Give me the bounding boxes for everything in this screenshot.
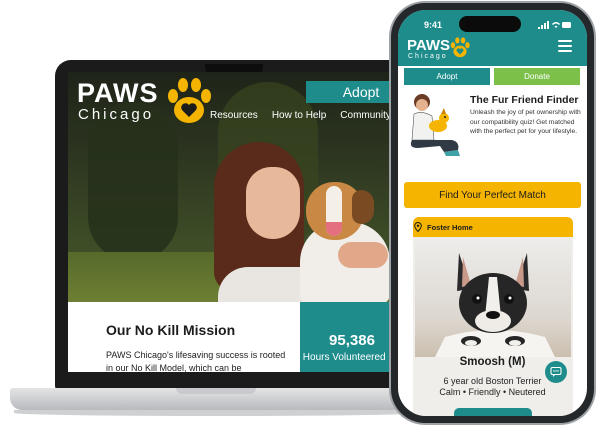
- hero-foliage: [88, 102, 178, 262]
- woman-face: [246, 167, 300, 239]
- paw-heart-logo-icon[interactable]: [164, 76, 214, 124]
- phone-action-buttons: Adopt Donate: [404, 68, 580, 85]
- stat-number: 95,386: [329, 332, 375, 349]
- pet-photo[interactable]: [415, 237, 571, 357]
- signal-icon: [538, 21, 549, 29]
- person-with-dog-illustration: [410, 94, 460, 156]
- mission-title: Our No Kill Mission: [106, 322, 236, 338]
- status-time: 9:41: [424, 20, 443, 30]
- battery-icon: [562, 22, 571, 28]
- foster-home-label: Foster Home: [427, 222, 473, 232]
- stat-label: Hours Volunteered in 2022: [302, 352, 404, 363]
- volunteer-stat: 95,386 Hours Volunteered in 2022: [300, 302, 404, 372]
- pet-card-action-button[interactable]: [454, 408, 532, 416]
- laptop-base: [10, 388, 422, 410]
- nav-item-resources[interactable]: Resources: [210, 110, 258, 121]
- woman-hand: [338, 242, 388, 268]
- phone-logo-sub[interactable]: Chicago: [408, 53, 448, 60]
- laptop-shadow: [14, 410, 420, 416]
- wifi-icon: [552, 22, 560, 28]
- nav-item-community[interactable]: Community: [340, 110, 391, 121]
- paw-heart-logo-icon[interactable]: [449, 36, 471, 58]
- boston-terrier-image: [435, 253, 555, 357]
- phone-logo-name[interactable]: PAWS: [407, 37, 450, 54]
- status-icons: [538, 21, 571, 29]
- main-nav: Resources How to Help Community: [210, 110, 391, 121]
- foster-home-badge: Foster Home: [413, 217, 573, 237]
- find-match-button[interactable]: Find Your Perfect Match: [404, 182, 581, 208]
- dog-ear: [352, 190, 374, 224]
- mission-text: PAWS Chicago's lifesaving success is roo…: [106, 350, 286, 372]
- laptop-base-notch: [176, 388, 256, 394]
- menu-icon[interactable]: [558, 40, 572, 52]
- adopt-button[interactable]: Adopt: [306, 81, 404, 103]
- site-logo-sub[interactable]: Chicago: [78, 106, 154, 123]
- finder-title: The Fur Friend Finder: [470, 94, 579, 106]
- phone-screen: 9:41 PAWS Chicago Adopt Donate The Fur F…: [398, 10, 587, 416]
- mission-section: Our No Kill Mission PAWS Chicago's lifes…: [68, 302, 300, 372]
- chat-icon[interactable]: [545, 361, 567, 383]
- phone-donate-button[interactable]: Donate: [494, 68, 580, 85]
- pet-traits: Calm • Friendly • Neutered: [439, 387, 546, 397]
- laptop-screen: PAWS Chicago Adopt Resources How to Help…: [68, 72, 404, 372]
- nav-item-how-to-help[interactable]: How to Help: [272, 110, 326, 121]
- map-pin-icon: [414, 222, 422, 232]
- phone-adopt-button[interactable]: Adopt: [404, 68, 490, 85]
- finder-description: Unleash the joy of pet ownership with ou…: [470, 109, 581, 135]
- site-logo-name[interactable]: PAWS: [77, 78, 159, 109]
- dynamic-island: [459, 16, 521, 32]
